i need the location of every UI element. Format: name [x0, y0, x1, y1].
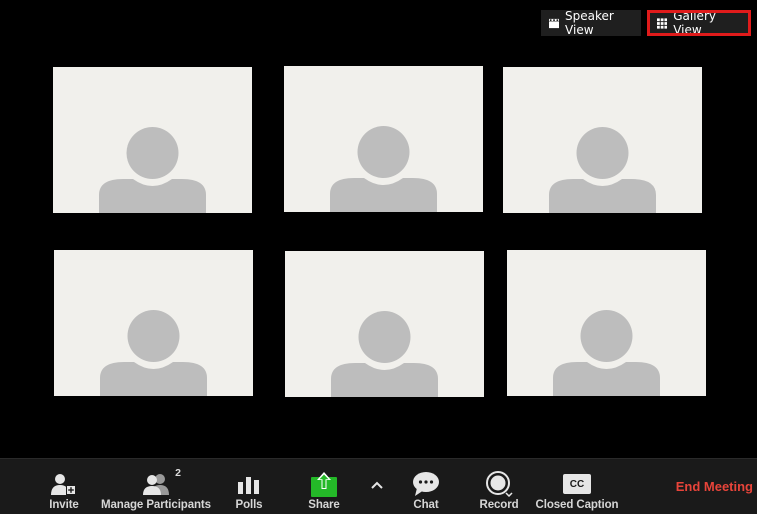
- default-avatar-icon: [553, 310, 660, 396]
- share-screen-button[interactable]: Share: [306, 459, 342, 514]
- cc-icon-text: CC: [569, 478, 585, 490]
- default-avatar-icon: [330, 126, 437, 212]
- share-label: Share: [308, 499, 340, 511]
- share-options-chevron-up-icon[interactable]: [368, 477, 386, 495]
- invite-label: Invite: [49, 499, 79, 511]
- gallery-view-button[interactable]: Gallery View: [647, 9, 751, 37]
- video-tile[interactable]: [54, 250, 253, 396]
- gallery-view-label: Gallery View: [673, 9, 716, 37]
- closed-caption-icon: CC: [563, 474, 591, 494]
- record-label: Record: [479, 499, 519, 511]
- closed-caption-button[interactable]: CC Closed Caption: [535, 459, 619, 514]
- record-icon: [486, 471, 513, 497]
- end-meeting-button[interactable]: End Meeting: [676, 479, 753, 494]
- speaker-view-icon: [549, 18, 560, 28]
- gallery-view-icon: [657, 17, 668, 29]
- speaker-view-label: Speaker View: [565, 9, 614, 37]
- polls-button[interactable]: Polls: [234, 459, 264, 514]
- polls-icon: [238, 477, 259, 494]
- chat-label: Chat: [413, 499, 439, 511]
- meeting-toolbar: Invite 2 Manage Participants Polls Share…: [0, 458, 757, 514]
- invite-button[interactable]: Invite: [46, 459, 82, 514]
- speaker-view-button[interactable]: Speaker View: [541, 9, 641, 37]
- video-tile[interactable]: [284, 66, 483, 212]
- polls-label: Polls: [235, 499, 263, 511]
- participants-icon: [143, 474, 169, 495]
- chat-button[interactable]: Chat: [410, 459, 442, 514]
- chat-icon: [413, 472, 439, 496]
- invite-icon: [51, 474, 76, 495]
- video-tile[interactable]: [507, 250, 706, 396]
- video-tile[interactable]: [503, 67, 702, 213]
- default-avatar-icon: [99, 127, 206, 213]
- participants-count-badge: 2: [175, 467, 181, 479]
- view-switcher: Speaker View Gallery View: [541, 9, 751, 37]
- manage-participants-label: Manage Participants: [101, 499, 211, 511]
- closed-caption-label: Closed Caption: [535, 499, 619, 511]
- default-avatar-icon: [549, 127, 656, 213]
- default-avatar-icon: [100, 310, 207, 396]
- default-avatar-icon: [331, 311, 438, 397]
- video-tile[interactable]: [53, 67, 252, 213]
- record-button[interactable]: Record: [478, 459, 520, 514]
- share-screen-icon: [311, 472, 337, 497]
- video-tile[interactable]: [285, 251, 484, 397]
- manage-participants-button[interactable]: 2 Manage Participants: [100, 459, 212, 514]
